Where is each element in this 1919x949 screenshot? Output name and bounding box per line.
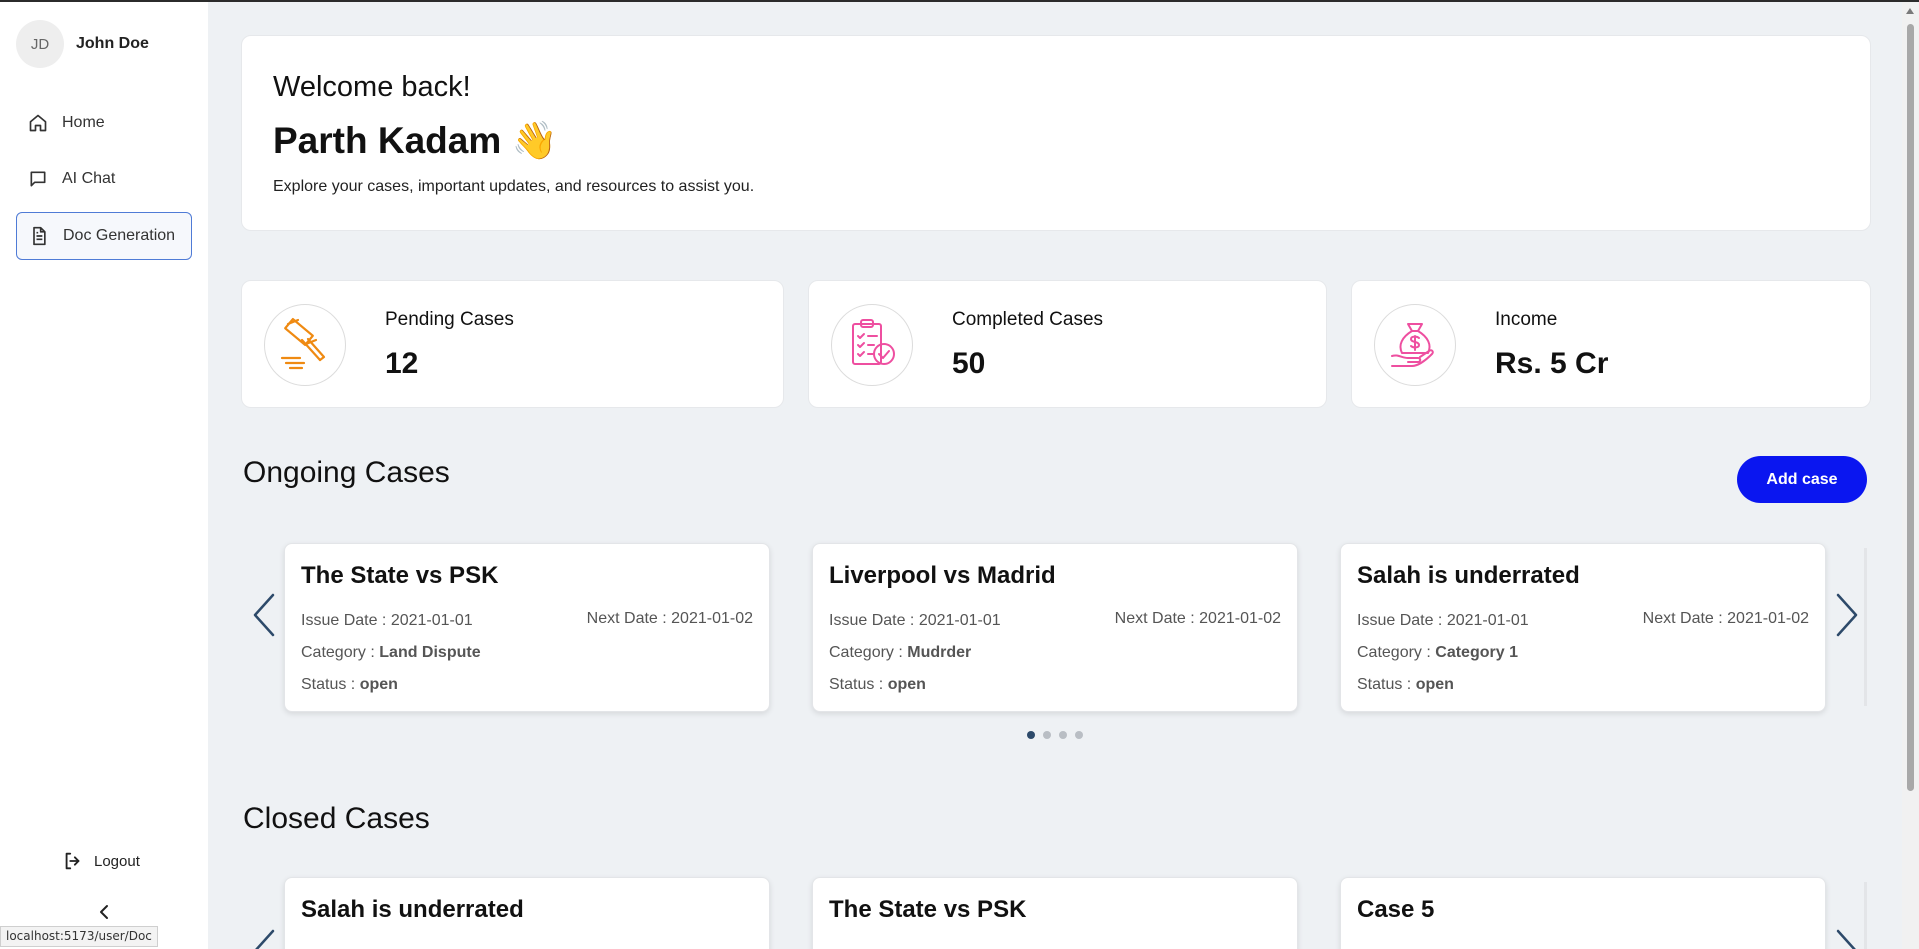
case-title: Case 5	[1357, 896, 1435, 923]
closed-carousel-next-arrow-icon[interactable]	[1834, 928, 1860, 949]
welcome-subtitle: Explore your cases, important updates, a…	[273, 178, 755, 195]
closed-cases-title: Closed Cases	[243, 802, 430, 835]
scrollbar-thumb[interactable]	[1907, 24, 1914, 791]
scroll-up-icon[interactable]	[1906, 8, 1914, 14]
case-issue-date: Issue Date : 2021-01-01	[301, 612, 473, 629]
avatar: JD	[16, 20, 64, 68]
closed-carousel-prev-arrow-icon[interactable]	[251, 928, 277, 949]
pagination-dot[interactable]	[1075, 731, 1083, 739]
case-card[interactable]: The State vs PSK Issue Date : 2021-01-01…	[284, 543, 770, 712]
closed-case-card[interactable]: Salah is underrated	[284, 877, 770, 949]
case-category: Category : Mudrder	[829, 644, 972, 661]
stat-card-completed-cases: Completed Cases 50	[808, 280, 1327, 408]
home-icon	[29, 114, 47, 132]
welcome-user-name: Parth Kadam 👋	[273, 120, 558, 161]
welcome-card: Welcome back! Parth Kadam 👋 Explore your…	[241, 35, 1871, 231]
stat-label: Income	[1495, 309, 1558, 330]
sidebar-item-ai-chat[interactable]: AI Chat	[16, 155, 192, 203]
document-icon	[33, 226, 46, 246]
case-title: Liverpool vs Madrid	[829, 562, 1056, 589]
case-category: Category : Category 1	[1357, 644, 1518, 661]
case-title: Salah is underrated	[1357, 562, 1580, 589]
stat-value: Rs. 5 Cr	[1495, 347, 1609, 380]
case-issue-date: Issue Date : 2021-01-01	[1357, 612, 1529, 629]
browser-status-url: localhost:5173/user/Doc	[0, 926, 158, 947]
logout-label: Logout	[94, 852, 140, 870]
ongoing-cases-title: Ongoing Cases	[243, 456, 450, 489]
gavel-icon	[264, 304, 346, 386]
carousel-pagination	[1027, 731, 1091, 739]
window-top-border	[0, 0, 1919, 2]
closed-case-card[interactable]: Case 5	[1340, 877, 1826, 949]
stat-card-pending-cases: Pending Cases 12	[241, 280, 784, 408]
case-status: Status : open	[1357, 676, 1454, 693]
case-next-date: Next Date : 2021-01-02	[1642, 610, 1809, 627]
closed-case-card[interactable]: The State vs PSK	[812, 877, 1298, 949]
welcome-greeting: Welcome back!	[273, 71, 471, 103]
user-name: John Doe	[76, 35, 149, 52]
sidebar: JD John Doe Home AI Chat Doc Generation …	[0, 2, 208, 949]
stat-value: 50	[952, 347, 986, 380]
sidebar-item-doc-generation[interactable]: Doc Generation	[16, 212, 192, 260]
carousel-prev-arrow-icon[interactable]	[251, 592, 277, 638]
case-next-date: Next Date : 2021-01-02	[586, 610, 753, 627]
carousel-next-arrow-icon[interactable]	[1834, 592, 1860, 638]
sidebar-item-label: Doc Generation	[63, 227, 176, 244]
sidebar-item-label: Home	[62, 114, 105, 131]
sidebar-item-home[interactable]: Home	[16, 99, 192, 147]
pagination-dot[interactable]	[1059, 731, 1067, 739]
add-case-button[interactable]: Add case	[1737, 456, 1867, 503]
pagination-dot[interactable]	[1043, 731, 1051, 739]
stat-value: 12	[385, 347, 419, 380]
case-title: The State vs PSK	[301, 562, 499, 589]
case-category: Category : Land Dispute	[301, 644, 481, 661]
sidebar-item-label: AI Chat	[62, 170, 116, 187]
stat-card-income: Income Rs. 5 Cr	[1351, 280, 1871, 408]
collapse-sidebar-icon[interactable]	[96, 902, 112, 922]
next-card-edge	[1864, 548, 1867, 706]
stat-label: Completed Cases	[952, 309, 1104, 330]
case-next-date: Next Date : 2021-01-02	[1114, 610, 1281, 627]
case-card[interactable]: Salah is underrated Issue Date : 2021-01…	[1340, 543, 1826, 712]
case-status: Status : open	[829, 676, 926, 693]
case-issue-date: Issue Date : 2021-01-01	[829, 612, 1001, 629]
user-profile[interactable]: JD John Doe	[16, 20, 149, 68]
pagination-dot[interactable]	[1027, 731, 1035, 739]
case-title: Salah is underrated	[301, 896, 524, 923]
logout-button[interactable]: Logout	[62, 850, 140, 872]
case-status: Status : open	[301, 676, 398, 693]
vertical-scrollbar[interactable]	[1902, 2, 1919, 949]
next-card-edge	[1864, 882, 1867, 949]
case-card[interactable]: Liverpool vs Madrid Issue Date : 2021-01…	[812, 543, 1298, 712]
money-bag-icon	[1374, 304, 1456, 386]
checklist-icon	[831, 304, 913, 386]
stat-label: Pending Cases	[385, 309, 514, 330]
logout-icon	[65, 852, 80, 870]
case-title: The State vs PSK	[829, 896, 1027, 923]
chat-icon	[30, 171, 46, 187]
